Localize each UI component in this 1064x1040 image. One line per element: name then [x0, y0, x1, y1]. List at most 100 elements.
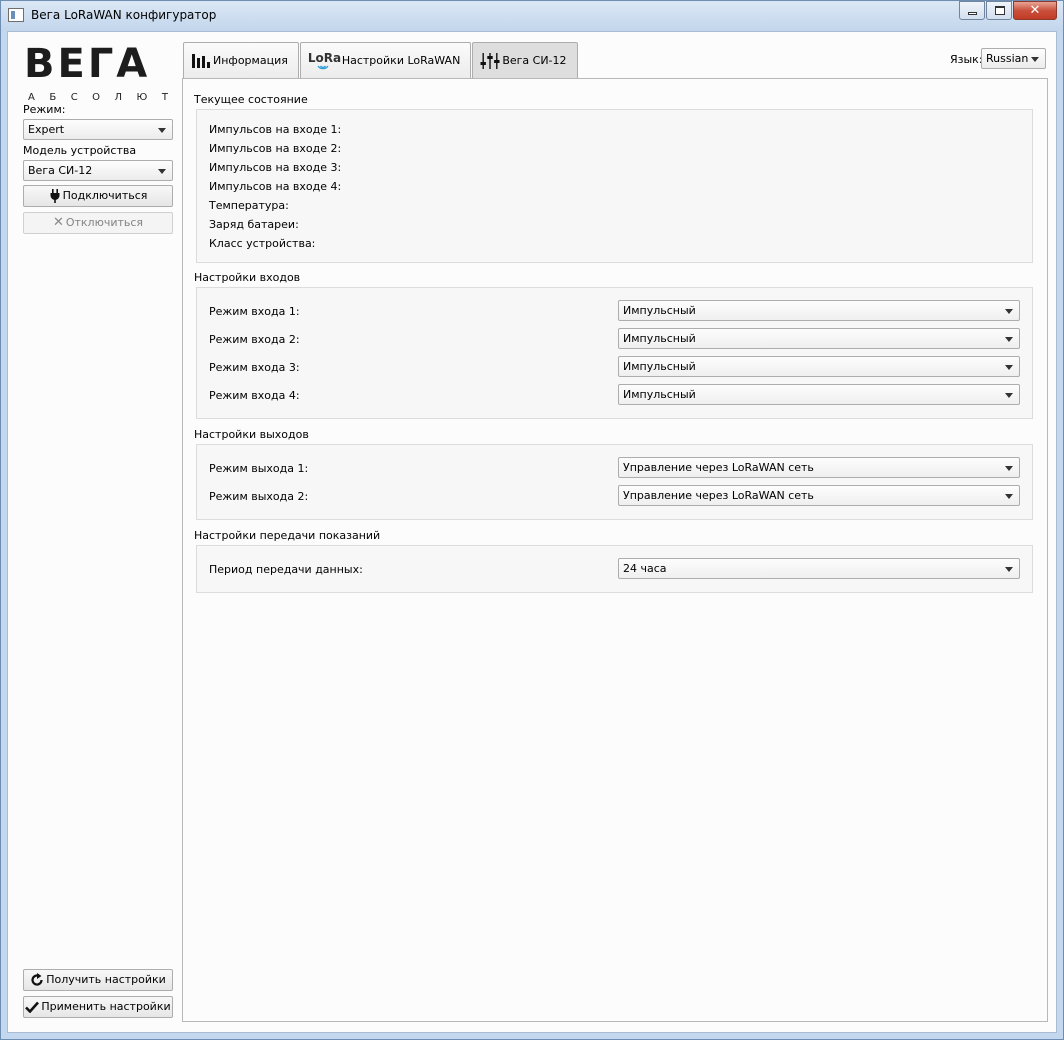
tab-bar: Информация LoRa Настройки LoRaWAN Вега С…	[183, 42, 579, 78]
chevron-down-icon	[1031, 57, 1039, 62]
plug-icon	[50, 189, 60, 203]
input-mode-label: Режим входа 2:	[209, 333, 300, 346]
select-value: Управление через LoRaWAN сеть	[623, 461, 814, 474]
logo-subtitle: А Б С О Л Ю Т	[28, 92, 168, 103]
connect-label: Подключиться	[62, 189, 148, 202]
window-title: Вега LoRaWAN конфигуратор	[31, 8, 217, 22]
maximize-icon	[995, 6, 1005, 15]
chevron-down-icon	[1005, 309, 1013, 314]
input-mode-select[interactable]: Импульсный	[618, 328, 1020, 349]
section-title-status: Текущее состояние	[194, 93, 308, 106]
status-row: Импульсов на входе 1:	[209, 123, 342, 136]
logo-letter: А	[28, 92, 35, 103]
input-mode-label: Режим входа 1:	[209, 305, 300, 318]
lora-icon-text: LoRa	[307, 50, 342, 65]
chevron-down-icon	[1005, 466, 1013, 471]
status-row: Импульсов на входе 4:	[209, 180, 342, 193]
mode-label: Режим:	[23, 103, 66, 116]
apply-settings-button[interactable]: Применить настройки	[23, 996, 173, 1018]
chevron-down-icon	[1005, 337, 1013, 342]
language-value: Russian	[986, 52, 1029, 65]
tab-info-label: Информация	[213, 54, 288, 67]
logo-letter: Т	[161, 92, 168, 103]
disconnect-label: Отключиться	[65, 216, 144, 229]
status-row: Температура:	[209, 199, 289, 212]
section-title-outputs: Настройки выходов	[194, 428, 309, 441]
transmission-period-select[interactable]: 24 часа	[618, 558, 1020, 579]
chevron-down-icon	[158, 169, 166, 174]
client-area: ВЕГА А Б С О Л Ю Т Режим: Expert Модель …	[7, 31, 1057, 1033]
output-mode-label: Режим выхода 2:	[209, 490, 309, 503]
select-value: Импульсный	[623, 332, 696, 345]
logo-word: ВЕГА	[24, 41, 151, 87]
connect-button[interactable]: Подключиться	[23, 185, 173, 207]
title-bar: Вега LoRaWAN конфигуратор ✕	[1, 1, 1063, 31]
close-icon: ✕	[1029, 3, 1041, 18]
signal-waves-icon	[317, 65, 329, 69]
tab-vega-si12[interactable]: Вега СИ-12	[472, 42, 578, 78]
tab-lorawan-settings[interactable]: LoRa Настройки LoRaWAN	[299, 42, 472, 78]
input-mode-select[interactable]: Импульсный	[618, 300, 1020, 321]
chevron-down-icon	[1005, 494, 1013, 499]
mode-value: Expert	[28, 123, 65, 136]
transmission-group: Период передачи данных: 24 часа	[196, 545, 1033, 593]
select-value: Импульсный	[623, 360, 696, 373]
close-icon: ✕	[52, 215, 64, 230]
status-row: Класс устройства:	[209, 237, 316, 250]
output-mode-label: Режим выхода 1:	[209, 462, 309, 475]
select-value: Управление через LoRaWAN сеть	[623, 489, 814, 502]
chevron-down-icon	[1005, 567, 1013, 572]
select-value: 24 часа	[623, 562, 667, 575]
vega-logo: ВЕГА А Б С О Л Ю Т	[24, 41, 172, 103]
transmission-period-label: Период передачи данных:	[209, 563, 363, 576]
close-button[interactable]: ✕	[1013, 1, 1057, 20]
input-mode-label: Режим входа 4:	[209, 389, 300, 402]
input-mode-select[interactable]: Импульсный	[618, 356, 1020, 377]
chevron-down-icon	[1005, 365, 1013, 370]
app-window: Вега LoRaWAN конфигуратор ✕ ВЕГА А Б С О…	[0, 0, 1064, 1040]
disconnect-button[interactable]: ✕ Отключиться	[23, 212, 173, 234]
get-settings-button[interactable]: Получить настройки	[23, 969, 173, 991]
section-title-transmission: Настройки передачи показаний	[194, 529, 381, 542]
outputs-group: Режим выхода 1: Управление через LoRaWAN…	[196, 444, 1033, 520]
input-mode-label: Режим входа 3:	[209, 361, 300, 374]
status-row: Заряд батареи:	[209, 218, 299, 231]
select-value: Импульсный	[623, 304, 696, 317]
logo-letter: Б	[49, 92, 57, 103]
section-title-inputs: Настройки входов	[194, 271, 301, 284]
status-group: Импульсов на входе 1: Импульсов на входе…	[196, 109, 1033, 263]
refresh-icon	[31, 973, 43, 986]
minimize-icon	[968, 12, 977, 15]
inputs-group: Режим входа 1: Импульсный Режим входа 2:…	[196, 287, 1033, 419]
status-row: Импульсов на входе 3:	[209, 161, 342, 174]
checkmark-icon	[25, 1001, 40, 1013]
minimize-button[interactable]	[959, 1, 985, 20]
bar-chart-icon	[192, 53, 210, 68]
tab-info[interactable]: Информация	[183, 42, 299, 78]
logo-letter: Ю	[136, 92, 148, 103]
model-label: Модель устройства	[23, 144, 137, 157]
model-value: Вега СИ-12	[28, 164, 93, 177]
logo-letter: О	[92, 92, 101, 103]
logo-letter: С	[70, 92, 78, 103]
app-icon	[8, 8, 24, 22]
lora-icon: LoRa	[307, 49, 342, 73]
tab-lorawan-label: Настройки LoRaWAN	[341, 54, 461, 67]
model-select[interactable]: Вега СИ-12	[23, 160, 173, 181]
language-label: Язык:	[950, 53, 983, 66]
get-settings-label: Получить настройки	[46, 973, 166, 986]
status-row: Импульсов на входе 2:	[209, 142, 342, 155]
output-mode-select[interactable]: Управление через LoRaWAN сеть	[618, 485, 1020, 506]
sliders-icon	[480, 52, 500, 69]
select-value: Импульсный	[623, 388, 696, 401]
maximize-button[interactable]	[986, 1, 1012, 20]
output-mode-select[interactable]: Управление через LoRaWAN сеть	[618, 457, 1020, 478]
mode-select[interactable]: Expert	[23, 119, 173, 140]
logo-letter: Л	[114, 92, 123, 103]
input-mode-select[interactable]: Импульсный	[618, 384, 1020, 405]
tab-content-panel: Текущее состояние Импульсов на входе 1: …	[182, 78, 1048, 1022]
chevron-down-icon	[158, 128, 166, 133]
tab-vega-label: Вега СИ-12	[502, 54, 567, 67]
apply-settings-label: Применить настройки	[41, 1000, 171, 1013]
language-select[interactable]: Russian	[981, 48, 1046, 69]
